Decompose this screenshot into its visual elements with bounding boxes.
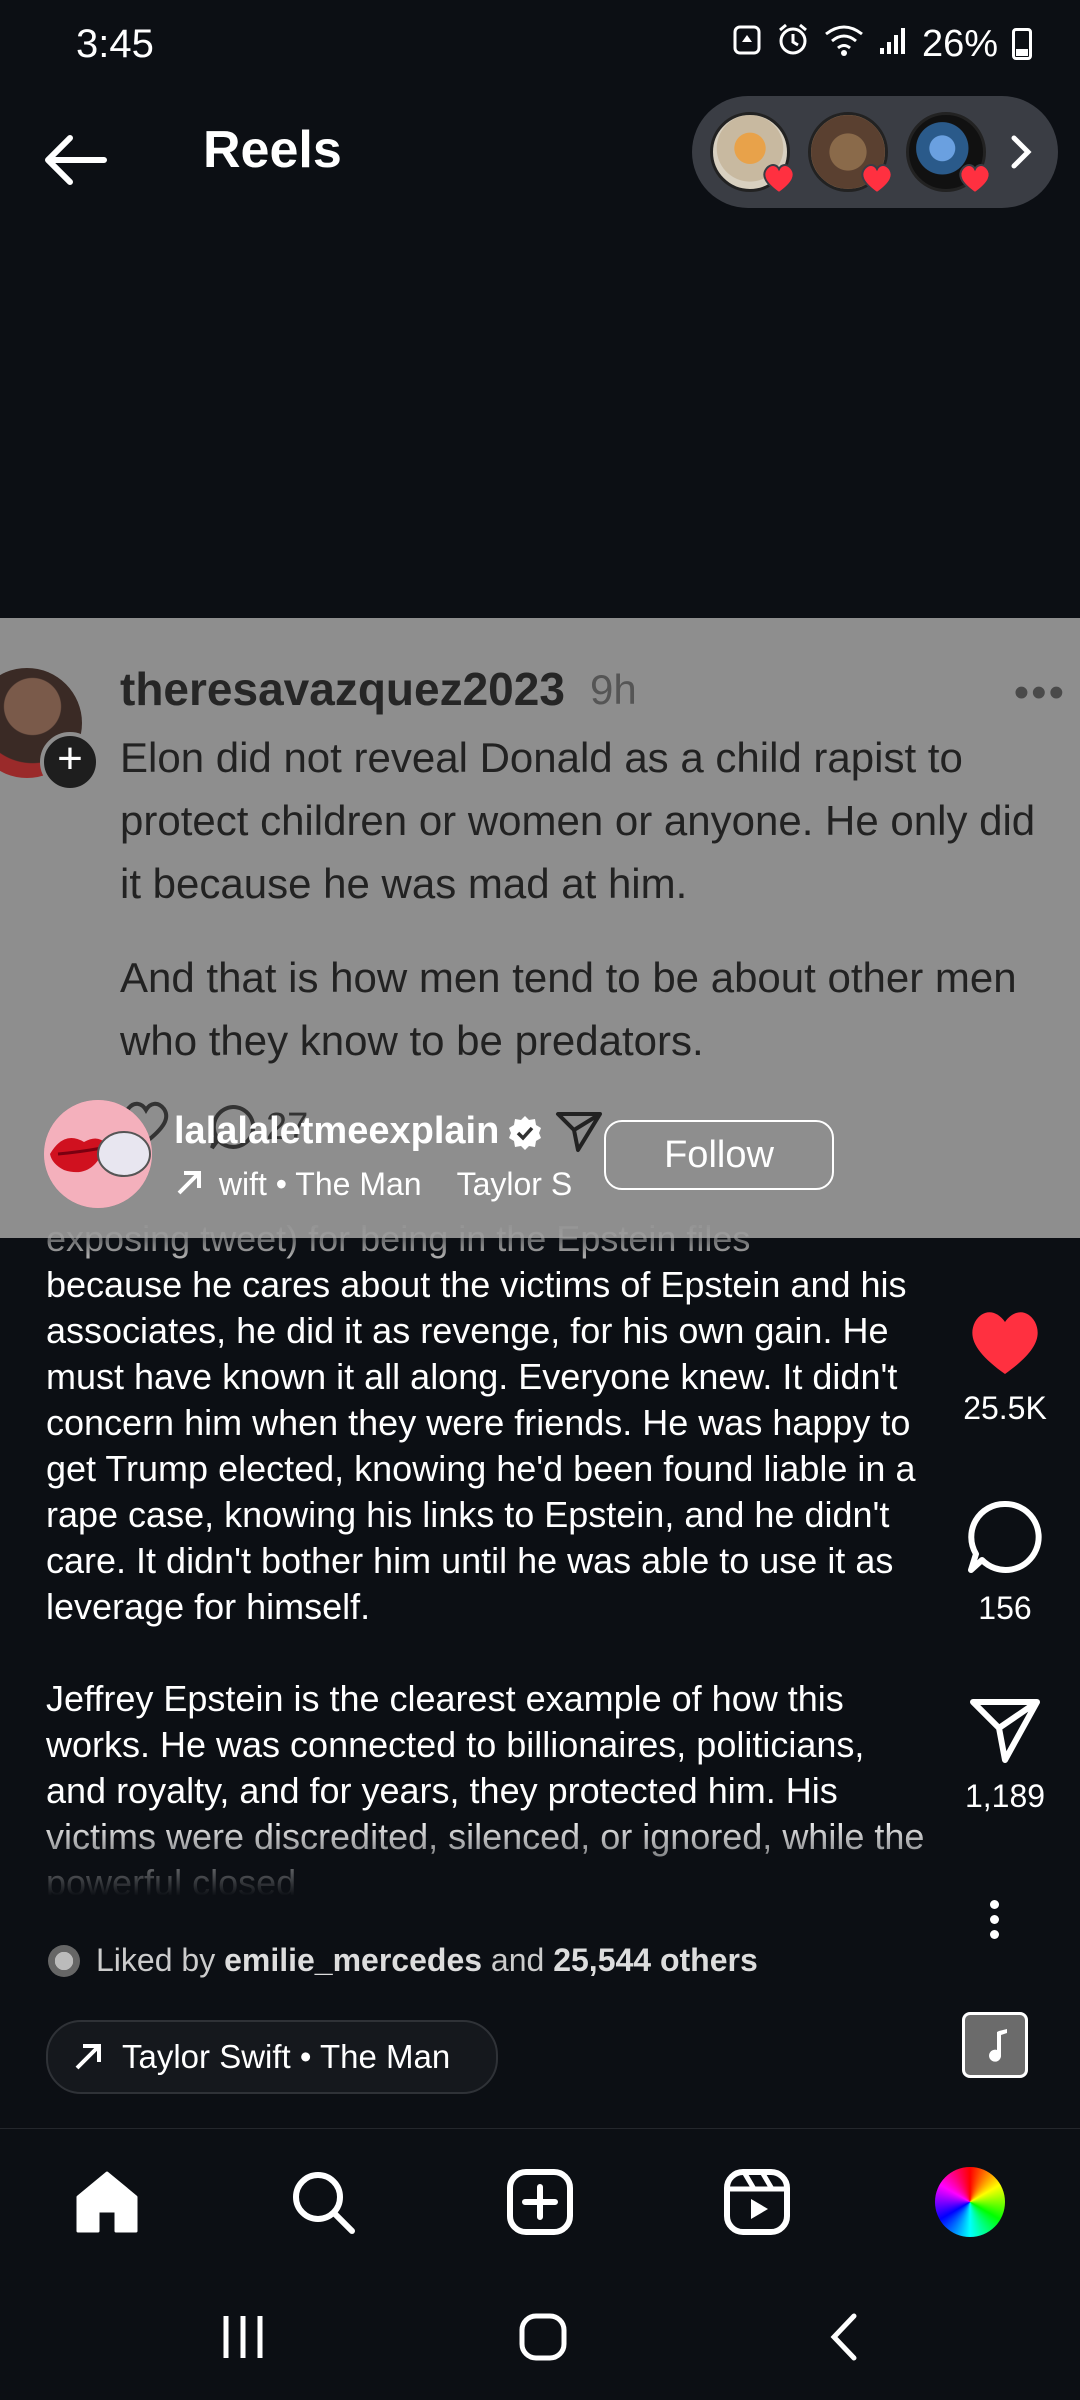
- post-paragraph: Elon did not reveal Donald as a child ra…: [120, 734, 1036, 907]
- like-count: 25.5K: [963, 1390, 1047, 1426]
- status-bar: 3:45 26%: [0, 0, 1080, 90]
- caption-line: exposing tweet) for being in the Epstein…: [46, 1218, 751, 1259]
- share-button[interactable]: 1,189: [950, 1694, 1060, 1815]
- like-button[interactable]: 25.5K: [950, 1306, 1060, 1427]
- create-icon[interactable]: [505, 2167, 575, 2237]
- plus-icon[interactable]: +: [40, 732, 100, 792]
- creator-row: lalalaletmeexplain wift • The Man Taylor…: [44, 1100, 1044, 1220]
- recycle-icon: [732, 23, 762, 66]
- verified-badge-icon: [506, 1114, 544, 1152]
- chevron-right-icon[interactable]: [1006, 132, 1036, 172]
- liked-by-others[interactable]: 25,544 others: [553, 1942, 758, 1978]
- stories-pill[interactable]: [692, 96, 1058, 208]
- story-avatar-dark[interactable]: [906, 112, 991, 195]
- creator-audio-text: wift • The Man Taylor S: [218, 1166, 573, 1202]
- system-nav-bar: [0, 2268, 1080, 2400]
- caption-line: Jeffrey Epstein is the clearest example …: [46, 1678, 925, 1896]
- battery-icon: [1012, 28, 1032, 60]
- more-horizontal-icon[interactable]: •••: [1014, 668, 1066, 718]
- audio-thumbnail[interactable]: [962, 2012, 1028, 2078]
- bottom-nav: [0, 2128, 1080, 2269]
- liked-by-prefix: Liked by: [96, 1942, 216, 1978]
- back-nav-icon[interactable]: [820, 2312, 870, 2367]
- creator-audio-ticker[interactable]: wift • The Man Taylor S: [174, 1166, 574, 1206]
- comment-count: 156: [978, 1590, 1032, 1626]
- back-arrow-icon[interactable]: [40, 130, 110, 190]
- status-time: 3:45: [76, 22, 154, 66]
- post-time: 9h: [590, 666, 637, 713]
- music-note-icon: [989, 2029, 1007, 2062]
- liked-by-user[interactable]: emilie_mercedes: [224, 1942, 482, 1978]
- alarm-icon: [776, 22, 810, 66]
- heart-filled-icon[interactable]: [965, 1306, 1045, 1378]
- post-paragraph: And that is how men tend to be about oth…: [120, 954, 1017, 1064]
- liked-by-and: and: [490, 1942, 545, 1978]
- follow-button[interactable]: Follow: [604, 1120, 834, 1190]
- paper-plane-icon: [554, 1106, 604, 1156]
- battery-percent: 26%: [921, 22, 998, 65]
- comment-icon[interactable]: [965, 1498, 1045, 1578]
- reel-caption[interactable]: exposing tweet) for being in the Epstein…: [46, 1216, 926, 1896]
- status-icons: 26%: [732, 22, 1032, 66]
- profile-avatar[interactable]: [935, 2167, 1005, 2237]
- story-avatar-plants[interactable]: [808, 112, 893, 195]
- more-vertical-icon[interactable]: [990, 1894, 1000, 1945]
- audio-pill-label: Taylor Swift • The Man: [122, 2038, 451, 2075]
- audio-pill[interactable]: Taylor Swift • The Man: [46, 2020, 499, 2094]
- search-icon[interactable]: [288, 2167, 358, 2237]
- arrow-up-right-icon: [174, 1168, 210, 1206]
- reels-icon[interactable]: [722, 2167, 792, 2237]
- header: Reels: [0, 90, 1080, 220]
- creator-avatar[interactable]: [44, 1100, 152, 1208]
- post-username[interactable]: theresavazquez2023: [120, 662, 565, 716]
- story-avatar-flame[interactable]: [710, 112, 795, 195]
- wifi-icon: [824, 23, 864, 66]
- signal-icon: [878, 23, 908, 66]
- caption-line: because he cares about the victims of Ep…: [46, 1264, 916, 1627]
- arrow-up-right-icon: [75, 2044, 101, 2070]
- recent-apps-icon[interactable]: [218, 2312, 268, 2367]
- liked-by-row[interactable]: Liked by emilie_mercedes and 25,544 othe…: [48, 1942, 758, 1979]
- comment-button[interactable]: 156: [950, 1498, 1060, 1627]
- home-button-icon[interactable]: [518, 2312, 568, 2367]
- page-title: Reels: [203, 121, 342, 179]
- home-icon[interactable]: [72, 2167, 142, 2237]
- caption-spacer: [46, 1630, 926, 1676]
- liked-by-avatar: [48, 1944, 80, 1977]
- share-count: 1,189: [964, 1778, 1046, 1814]
- creator-username[interactable]: lalalaletmeexplain: [174, 1110, 499, 1153]
- paper-plane-icon[interactable]: [967, 1694, 1043, 1766]
